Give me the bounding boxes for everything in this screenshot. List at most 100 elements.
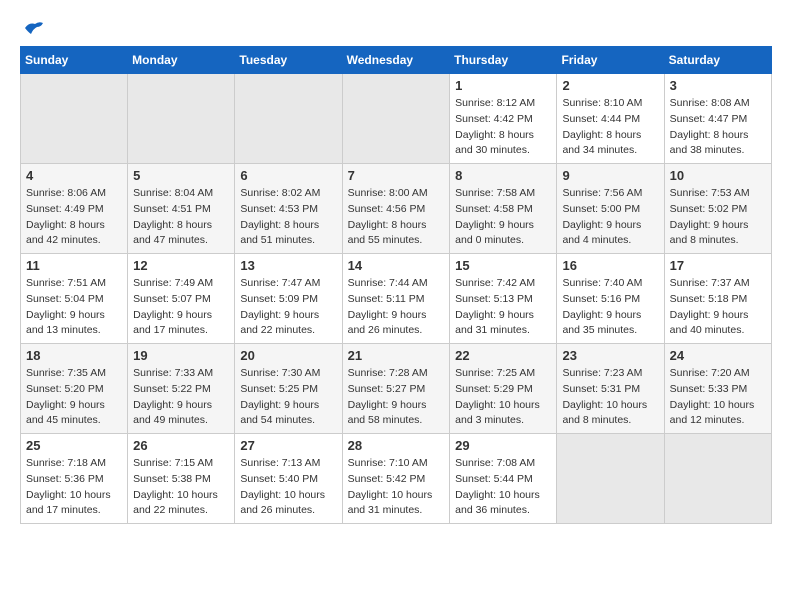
day-number: 22 [455,348,551,363]
day-info: Sunrise: 7:47 AMSunset: 5:09 PMDaylight:… [240,276,336,339]
day-number: 29 [455,438,551,453]
calendar-cell: 22 Sunrise: 7:25 AMSunset: 5:29 PMDayligh… [450,344,557,434]
weekday-header-wednesday: Wednesday [342,47,450,74]
calendar-cell: 23 Sunrise: 7:23 AMSunset: 5:31 PMDayligh… [557,344,664,434]
day-info: Sunrise: 7:30 AMSunset: 5:25 PMDaylight:… [240,366,336,429]
day-number: 28 [348,438,445,453]
day-number: 19 [133,348,229,363]
day-info: Sunrise: 7:15 AMSunset: 5:38 PMDaylight:… [133,456,229,519]
page-header [20,20,772,36]
day-number: 18 [26,348,122,363]
day-number: 5 [133,168,229,183]
calendar-cell: 26 Sunrise: 7:15 AMSunset: 5:38 PMDayligh… [128,434,235,524]
weekday-header-saturday: Saturday [664,47,771,74]
calendar-table: SundayMondayTuesdayWednesdayThursdayFrid… [20,46,772,524]
day-info: Sunrise: 7:28 AMSunset: 5:27 PMDaylight:… [348,366,445,429]
day-number: 9 [562,168,658,183]
calendar-week-row: 1 Sunrise: 8:12 AMSunset: 4:42 PMDaylight… [21,74,772,164]
day-number: 23 [562,348,658,363]
day-number: 10 [670,168,766,183]
day-info: Sunrise: 7:35 AMSunset: 5:20 PMDaylight:… [26,366,122,429]
day-number: 21 [348,348,445,363]
calendar-week-row: 11 Sunrise: 7:51 AMSunset: 5:04 PMDayligh… [21,254,772,344]
calendar-week-row: 4 Sunrise: 8:06 AMSunset: 4:49 PMDaylight… [21,164,772,254]
calendar-cell: 20 Sunrise: 7:30 AMSunset: 5:25 PMDayligh… [235,344,342,434]
calendar-cell [235,74,342,164]
day-info: Sunrise: 7:23 AMSunset: 5:31 PMDaylight:… [562,366,658,429]
day-info: Sunrise: 8:10 AMSunset: 4:44 PMDaylight:… [562,96,658,159]
calendar-cell: 11 Sunrise: 7:51 AMSunset: 5:04 PMDayligh… [21,254,128,344]
day-number: 25 [26,438,122,453]
day-number: 2 [562,78,658,93]
calendar-cell: 9 Sunrise: 7:56 AMSunset: 5:00 PMDaylight… [557,164,664,254]
day-info: Sunrise: 7:49 AMSunset: 5:07 PMDaylight:… [133,276,229,339]
day-info: Sunrise: 7:20 AMSunset: 5:33 PMDaylight:… [670,366,766,429]
weekday-header-thursday: Thursday [450,47,557,74]
day-info: Sunrise: 7:13 AMSunset: 5:40 PMDaylight:… [240,456,336,519]
calendar-cell: 21 Sunrise: 7:28 AMSunset: 5:27 PMDayligh… [342,344,450,434]
calendar-cell: 10 Sunrise: 7:53 AMSunset: 5:02 PMDayligh… [664,164,771,254]
day-info: Sunrise: 8:02 AMSunset: 4:53 PMDaylight:… [240,186,336,249]
calendar-cell: 28Sunrise: 7:10 AMSunset: 5:42 PMDayligh… [342,434,450,524]
day-info: Sunrise: 7:25 AMSunset: 5:29 PMDaylight:… [455,366,551,429]
calendar-cell: 3 Sunrise: 8:08 AMSunset: 4:47 PMDaylight… [664,74,771,164]
day-number: 1 [455,78,551,93]
calendar-cell: 13 Sunrise: 7:47 AMSunset: 5:09 PMDayligh… [235,254,342,344]
day-info: Sunrise: 7:51 AMSunset: 5:04 PMDaylight:… [26,276,122,339]
calendar-week-row: 18 Sunrise: 7:35 AMSunset: 5:20 PMDayligh… [21,344,772,434]
day-number: 14 [348,258,445,273]
day-info: Sunrise: 7:37 AMSunset: 5:18 PMDaylight:… [670,276,766,339]
calendar-cell: 19 Sunrise: 7:33 AMSunset: 5:22 PMDayligh… [128,344,235,434]
calendar-cell: 18 Sunrise: 7:35 AMSunset: 5:20 PMDayligh… [21,344,128,434]
calendar-cell: 25 Sunrise: 7:18 AMSunset: 5:36 PMDayligh… [21,434,128,524]
day-number: 3 [670,78,766,93]
day-number: 6 [240,168,336,183]
day-number: 26 [133,438,229,453]
calendar-cell: 6 Sunrise: 8:02 AMSunset: 4:53 PMDaylight… [235,164,342,254]
day-info: Sunrise: 7:56 AMSunset: 5:00 PMDaylight:… [562,186,658,249]
calendar-header-row: SundayMondayTuesdayWednesdayThursdayFrid… [21,47,772,74]
day-number: 15 [455,258,551,273]
day-info: Sunrise: 8:06 AMSunset: 4:49 PMDaylight:… [26,186,122,249]
calendar-cell [342,74,450,164]
calendar-cell: 29 Sunrise: 7:08 AMSunset: 5:44 PMDayligh… [450,434,557,524]
day-info: Sunrise: 8:00 AMSunset: 4:56 PMDaylight:… [348,186,445,249]
day-number: 4 [26,168,122,183]
day-number: 13 [240,258,336,273]
calendar-cell: 12 Sunrise: 7:49 AMSunset: 5:07 PMDayligh… [128,254,235,344]
calendar-cell: 27Sunrise: 7:13 AMSunset: 5:40 PMDayligh… [235,434,342,524]
day-info: Sunrise: 7:40 AMSunset: 5:16 PMDaylight:… [562,276,658,339]
calendar-cell: 7 Sunrise: 8:00 AMSunset: 4:56 PMDaylight… [342,164,450,254]
calendar-cell: 4 Sunrise: 8:06 AMSunset: 4:49 PMDaylight… [21,164,128,254]
calendar-cell: 16Sunrise: 7:40 AMSunset: 5:16 PMDayligh… [557,254,664,344]
day-number: 20 [240,348,336,363]
calendar-cell [128,74,235,164]
calendar-cell: 15 Sunrise: 7:42 AMSunset: 5:13 PMDayligh… [450,254,557,344]
calendar-cell: 14Sunrise: 7:44 AMSunset: 5:11 PMDayligh… [342,254,450,344]
calendar-week-row: 25 Sunrise: 7:18 AMSunset: 5:36 PMDayligh… [21,434,772,524]
calendar-cell: 1 Sunrise: 8:12 AMSunset: 4:42 PMDaylight… [450,74,557,164]
day-info: Sunrise: 7:08 AMSunset: 5:44 PMDaylight:… [455,456,551,519]
calendar-cell: 5 Sunrise: 8:04 AMSunset: 4:51 PMDaylight… [128,164,235,254]
day-info: Sunrise: 8:08 AMSunset: 4:47 PMDaylight:… [670,96,766,159]
day-info: Sunrise: 8:04 AMSunset: 4:51 PMDaylight:… [133,186,229,249]
day-number: 24 [670,348,766,363]
logo-bird-icon [23,20,45,36]
day-number: 7 [348,168,445,183]
day-info: Sunrise: 7:42 AMSunset: 5:13 PMDaylight:… [455,276,551,339]
weekday-header-monday: Monday [128,47,235,74]
day-info: Sunrise: 7:33 AMSunset: 5:22 PMDaylight:… [133,366,229,429]
day-info: Sunrise: 7:53 AMSunset: 5:02 PMDaylight:… [670,186,766,249]
day-number: 12 [133,258,229,273]
day-number: 17 [670,258,766,273]
day-info: Sunrise: 7:58 AMSunset: 4:58 PMDaylight:… [455,186,551,249]
day-info: Sunrise: 7:18 AMSunset: 5:36 PMDaylight:… [26,456,122,519]
calendar-cell: 8 Sunrise: 7:58 AMSunset: 4:58 PMDaylight… [450,164,557,254]
weekday-header-tuesday: Tuesday [235,47,342,74]
calendar-cell: 2 Sunrise: 8:10 AMSunset: 4:44 PMDaylight… [557,74,664,164]
logo [20,20,45,36]
calendar-cell [557,434,664,524]
day-number: 11 [26,258,122,273]
day-number: 8 [455,168,551,183]
day-info: Sunrise: 8:12 AMSunset: 4:42 PMDaylight:… [455,96,551,159]
